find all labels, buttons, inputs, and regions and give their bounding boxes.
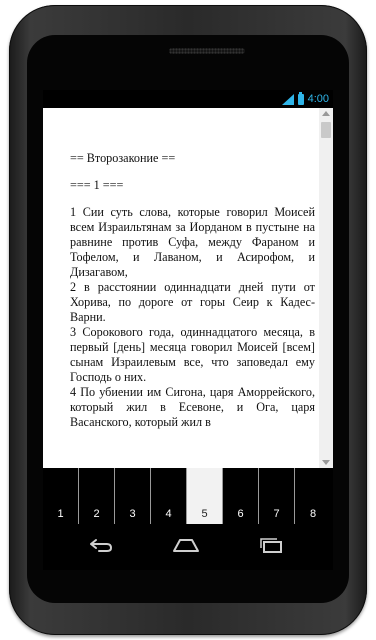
home-icon[interactable] <box>171 536 201 556</box>
page-tab-label: 6 <box>237 508 244 520</box>
page-tab-label: 2 <box>93 508 100 520</box>
verse-paragraph: 1 Сии суть слова, которые говорил Моисей… <box>70 205 315 279</box>
status-time: 4:00 <box>307 93 329 105</box>
page-tab-label: 3 <box>129 508 136 520</box>
navigation-bar <box>43 524 333 570</box>
verse-paragraph: 2 в расстоянии одиннадцати дней пути от … <box>70 280 315 324</box>
page-tab-4[interactable]: 4 <box>151 468 187 524</box>
page-tab-3[interactable]: 3 <box>115 468 151 524</box>
battery-icon <box>297 91 304 105</box>
page-tab-label: 7 <box>273 508 280 520</box>
reader-text: == Второзаконие == === 1 === 1 Сии суть … <box>70 108 315 430</box>
page-tab-label: 1 <box>57 508 64 520</box>
back-icon[interactable] <box>87 536 117 556</box>
screen: 4:00 == Второзаконие == === 1 === 1 Сии … <box>43 90 333 524</box>
earpiece-speaker <box>169 48 245 54</box>
reader-view[interactable]: == Второзаконие == === 1 === 1 Сии суть … <box>43 108 333 468</box>
chapter-heading: === 1 === <box>70 178 124 192</box>
verse-paragraph: 4 По убиении им Сигона, царя Аморрейског… <box>70 385 315 429</box>
scrollbar-thumb[interactable] <box>321 122 331 138</box>
page-selector-bar: 1 2 3 4 5 6 7 8 <box>43 468 333 524</box>
status-bar: 4:00 <box>43 90 333 108</box>
verse-paragraph: 3 Сорокового года, одиннадцатого месяца,… <box>70 325 315 384</box>
page-tab-7[interactable]: 7 <box>259 468 295 524</box>
page-tab-label: 8 <box>309 508 317 520</box>
page-tab-6[interactable]: 6 <box>223 468 259 524</box>
book-title: == Второзаконие == <box>70 151 176 165</box>
signal-icon <box>281 93 294 105</box>
recents-icon[interactable] <box>256 536 286 556</box>
page-tab-2[interactable]: 2 <box>79 468 115 524</box>
page-tab-1[interactable]: 1 <box>43 468 79 524</box>
page-tab-5-active[interactable]: 5 <box>187 468 223 524</box>
scroll-up-arrow-icon[interactable] <box>322 111 330 116</box>
page-tab-8[interactable]: 8 <box>295 468 331 524</box>
page-tab-label: 4 <box>165 508 172 520</box>
status-icons: 4:00 <box>281 91 329 106</box>
page-tab-label: 5 <box>201 508 208 520</box>
scroll-down-arrow-icon[interactable] <box>322 460 330 465</box>
vertical-scrollbar[interactable] <box>319 108 333 468</box>
